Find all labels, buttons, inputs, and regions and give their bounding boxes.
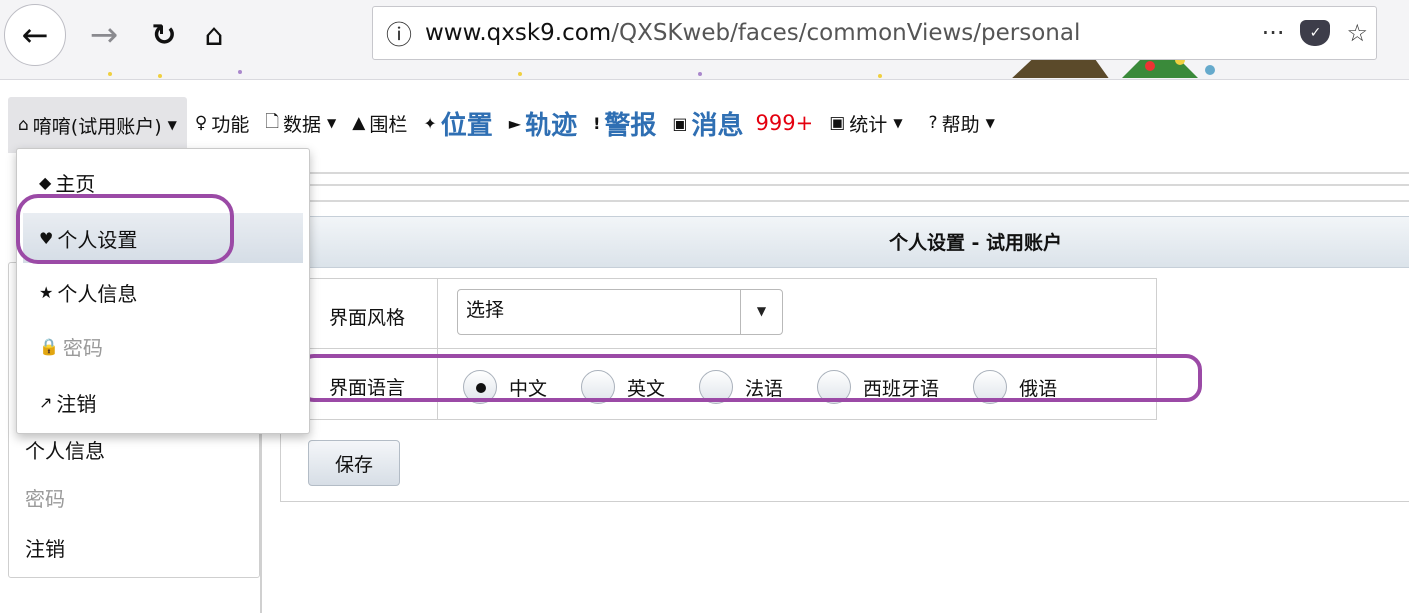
style-select-value: 选择 — [466, 299, 505, 321]
heart-icon: ♥ — [39, 228, 54, 248]
site-info-icon[interactable]: ⓘ — [373, 15, 425, 52]
dropdown-item-home[interactable]: ◆ 主页 — [23, 157, 303, 207]
caret-down-icon: ▼ — [893, 116, 903, 130]
language-option-chinese[interactable]: 中文 — [463, 370, 547, 404]
star-icon: ★ — [39, 282, 54, 302]
picture-icon: ▣ — [829, 113, 846, 133]
style-label: 界面风格 — [329, 307, 406, 329]
bookmark-star-icon[interactable]: ☆ — [1346, 19, 1368, 47]
radio-button[interactable] — [699, 370, 734, 404]
page-title: 个人设置 - 试用账户 — [888, 232, 1063, 254]
language-option-french[interactable]: 法语 — [699, 370, 783, 404]
menu-data[interactable]: 🗋 数据 ▼ — [257, 97, 344, 149]
warning-triangle-icon: ▲ — [352, 113, 366, 133]
divider — [437, 279, 438, 419]
comment-icon: ▣ — [672, 113, 688, 133]
style-select[interactable]: 选择 ▼ — [457, 289, 783, 335]
save-button[interactable]: 保存 — [308, 440, 400, 486]
home-icon[interactable]: ⌂ — [186, 4, 242, 66]
radio-button[interactable] — [463, 370, 497, 404]
caret-down-icon: ▼ — [167, 118, 177, 132]
divider — [262, 172, 1409, 174]
caret-down-icon: ▼ — [985, 116, 995, 130]
sidebar-item-password[interactable]: 密码 — [25, 483, 65, 512]
play-icon: ► — [508, 113, 522, 133]
external-link-icon: ↗ — [39, 392, 53, 412]
dropdown-item-settings[interactable]: ♥ 个人设置 — [23, 213, 303, 263]
dropdown-item-password[interactable]: 🔒 密码 — [23, 321, 303, 371]
document-icon: 🗋 — [265, 111, 279, 132]
sidebar-item-logout[interactable]: 注销 — [25, 533, 65, 562]
exclamation-icon: ! — [593, 113, 601, 133]
radio-button[interactable] — [581, 370, 616, 404]
menu-alarm[interactable]: ! 警报 — [585, 97, 664, 149]
divider — [262, 184, 1409, 186]
browser-toolbar: ← → ↻ ⌂ ⓘ www.qxsk9.com/QXSKweb/faces/co… — [0, 0, 1409, 80]
language-radio-group: 中文 英文 法语 西班牙语 俄语 — [463, 369, 1091, 405]
language-option-spanish[interactable]: 西班牙语 — [817, 370, 939, 404]
pocket-icon[interactable]: ✓ — [1300, 20, 1331, 46]
user-menu-label: 唷唷(试用账户) — [32, 115, 162, 138]
radio-button[interactable] — [817, 370, 852, 404]
language-label: 界面语言 — [329, 377, 406, 399]
menu-statistics[interactable]: ▣ 统计 ▼ — [821, 97, 910, 149]
home-icon: ⌂ — [18, 115, 29, 135]
lightbulb-icon: ♀ — [194, 113, 208, 133]
caret-down-icon: ▼ — [327, 116, 337, 130]
question-icon: ? — [928, 113, 938, 133]
user-dropdown-menu: ◆ 主页 ♥ 个人设置 ★ 个人信息 🔒 密码 ↗ 注销 — [16, 148, 310, 434]
lock-icon: 🔒 — [39, 336, 59, 356]
app-menubar: ⌂ 唷唷(试用账户) ▼ ♀ 功能 🗋 数据 ▼ ▲ 围栏 ✦ 位置 ► 轨迹 … — [8, 92, 1409, 154]
user-menu[interactable]: ⌂ 唷唷(试用账户) ▼ — [8, 97, 187, 153]
divider — [301, 348, 1156, 349]
pin-icon: ✦ — [423, 113, 437, 133]
radio-button[interactable] — [973, 370, 1008, 404]
back-icon[interactable]: ← — [4, 4, 66, 66]
page-actions-icon[interactable]: ··· — [1262, 19, 1285, 47]
panel-header: 个人设置 - 试用账户 — [262, 216, 1409, 268]
divider — [262, 200, 1409, 202]
menu-geofence[interactable]: ▲ 围栏 — [344, 97, 415, 149]
menu-messages[interactable]: ▣ 消息 — [664, 97, 751, 149]
message-count-badge: 999+ — [755, 111, 814, 135]
sidebar-item-profile[interactable]: 个人信息 — [25, 435, 105, 464]
address-bar[interactable]: ⓘ www.qxsk9.com/QXSKweb/faces/commonView… — [372, 6, 1377, 60]
menu-features[interactable]: ♀ 功能 — [187, 97, 257, 149]
tag-icon: ◆ — [39, 172, 52, 192]
dropdown-item-logout[interactable]: ↗ 注销 — [23, 377, 303, 427]
menu-location[interactable]: ✦ 位置 — [415, 97, 500, 149]
forward-icon[interactable]: → — [76, 4, 132, 66]
menu-help[interactable]: ? 帮助 ▼ — [921, 97, 1003, 149]
dropdown-item-profile[interactable]: ★ 个人信息 — [23, 267, 303, 317]
language-option-russian[interactable]: 俄语 — [973, 370, 1057, 404]
language-option-english[interactable]: 英文 — [581, 370, 665, 404]
caret-down-icon[interactable]: ▼ — [740, 290, 782, 334]
settings-form: 界面风格 选择 ▼ 界面语言 中文 英文 法语 西班牙语 俄语 — [300, 278, 1157, 420]
menu-track[interactable]: ► 轨迹 — [501, 97, 585, 149]
url-text: www.qxsk9.com/QXSKweb/faces/commonViews/… — [425, 20, 1081, 46]
reload-icon[interactable]: ↻ — [136, 4, 192, 66]
